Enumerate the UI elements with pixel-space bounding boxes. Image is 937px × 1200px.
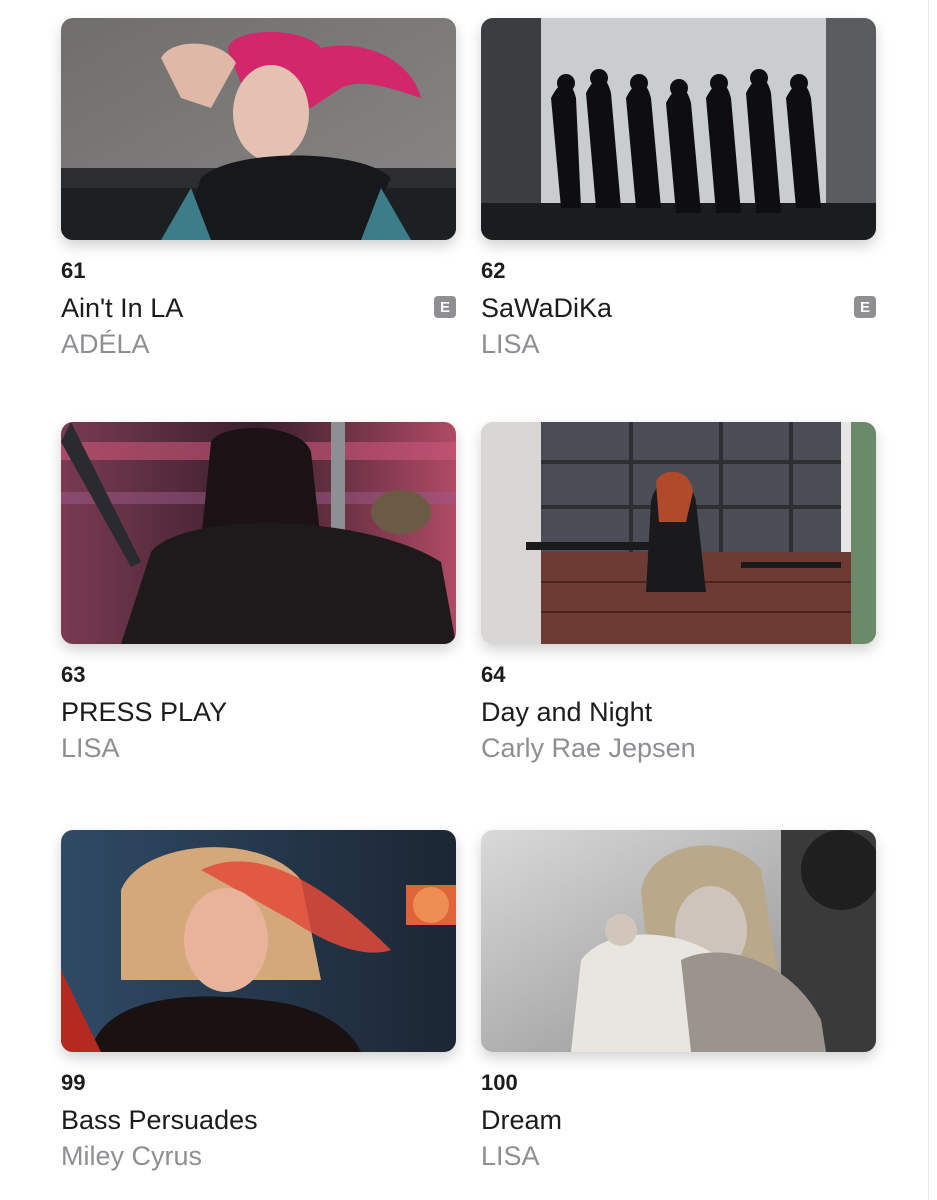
thumbnail-image: [61, 830, 456, 1052]
chart-rank: 62: [481, 258, 506, 283]
video-card-63[interactable]: 63 PRESS PLAY LISA: [61, 422, 456, 764]
thumbnail-image: [481, 18, 876, 240]
artist-name[interactable]: Miley Cyrus: [61, 1140, 456, 1172]
music-video-grid: 61 Ain't In LA E ADÉLA 62 SaWaDiKa E LIS…: [0, 0, 937, 1200]
video-title: Bass Persuades: [61, 1105, 258, 1135]
chart-rank: 61: [61, 258, 86, 283]
chart-rank: 63: [61, 662, 86, 687]
video-title: SaWaDiKa: [481, 293, 613, 323]
thumbnail-image: [481, 422, 876, 644]
video-card-61[interactable]: 61 Ain't In LA E ADÉLA: [61, 18, 456, 360]
explicit-badge-icon: E: [854, 296, 876, 318]
video-thumbnail[interactable]: [481, 830, 876, 1052]
chart-rank: 64: [481, 662, 506, 687]
thumbnail-image: [481, 830, 876, 1052]
chart-rank: 99: [61, 1070, 86, 1095]
thumbnail-image: [61, 18, 456, 240]
artist-name[interactable]: Carly Rae Jepsen: [481, 732, 876, 764]
video-card-64[interactable]: 64 Day and Night Carly Rae Jepsen: [481, 422, 876, 764]
video-title: Ain't In LA: [61, 293, 184, 323]
video-card-100[interactable]: 100 Dream LISA: [481, 830, 876, 1172]
video-title: Dream: [481, 1105, 563, 1135]
video-title: Day and Night: [481, 697, 653, 727]
video-card-99[interactable]: 99 Bass Persuades Miley Cyrus: [61, 830, 456, 1172]
artist-name[interactable]: ADÉLA: [61, 328, 456, 360]
video-thumbnail[interactable]: [481, 422, 876, 644]
video-card-62[interactable]: 62 SaWaDiKa E LISA: [481, 18, 876, 360]
artist-name[interactable]: LISA: [481, 328, 876, 360]
video-title: PRESS PLAY: [61, 697, 228, 727]
video-thumbnail[interactable]: [481, 18, 876, 240]
video-thumbnail[interactable]: [61, 422, 456, 644]
artist-name[interactable]: LISA: [61, 732, 456, 764]
thumbnail-image: [61, 422, 456, 644]
explicit-badge-icon: E: [434, 296, 456, 318]
video-thumbnail[interactable]: [61, 830, 456, 1052]
chart-rank: 100: [481, 1070, 518, 1095]
artist-name[interactable]: LISA: [481, 1140, 876, 1172]
video-thumbnail[interactable]: [61, 18, 456, 240]
